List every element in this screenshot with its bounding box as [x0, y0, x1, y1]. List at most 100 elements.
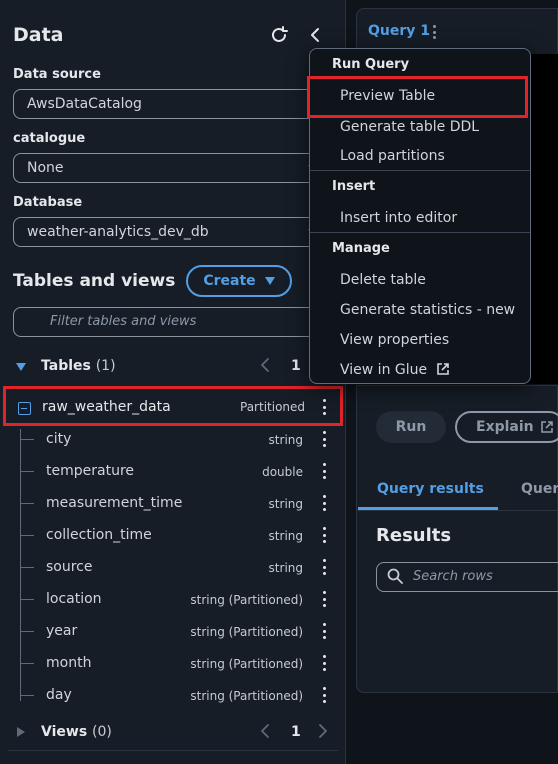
filter-placeholder: Filter tables and views — [50, 314, 197, 329]
explain-button[interactable]: Explain — [455, 411, 558, 443]
preview-table-highlight — [307, 76, 528, 118]
create-button[interactable]: Create — [186, 265, 292, 297]
run-label: Run — [395, 419, 427, 435]
menu-divider — [310, 170, 530, 171]
menu-item-delete-table[interactable]: Delete table — [340, 272, 426, 288]
column-type: string — [268, 561, 303, 575]
external-link-icon — [436, 363, 449, 375]
menu-item-view-properties[interactable]: View properties — [340, 332, 449, 348]
tables-and-views-heading: Tables and views — [13, 271, 176, 291]
column-type: string (Partitioned) — [190, 593, 303, 607]
column-name: year — [46, 623, 78, 639]
caret-down-icon — [264, 277, 275, 285]
tab-query-stats[interactable]: Quer — [521, 481, 558, 497]
menu-item-generate-ddl[interactable]: Generate table DDL — [340, 119, 479, 135]
divider — [8, 750, 338, 751]
database-value: weather-analytics_dev_db — [27, 224, 209, 240]
search-rows-placeholder: Search rows — [413, 569, 493, 584]
kebab-menu-icon[interactable] — [323, 687, 327, 703]
table-item-raw-weather-data[interactable]: raw_weather_data Partitioned — [3, 386, 343, 426]
kebab-menu-icon[interactable] — [323, 463, 327, 479]
database-label: Database — [13, 195, 83, 210]
column-row: measurement_time string — [0, 487, 346, 519]
caret-down-icon[interactable] — [16, 363, 26, 371]
view-in-glue-label: View in Glue — [340, 362, 428, 378]
kebab-menu-icon[interactable] — [433, 25, 437, 39]
panel-title: Data — [13, 24, 64, 46]
filter-tables-input[interactable]: Filter tables and views — [13, 307, 323, 337]
database-select[interactable]: weather-analytics_dev_db — [13, 217, 323, 247]
data-source-value: AwsDataCatalog — [27, 96, 142, 112]
create-label: Create — [203, 273, 256, 289]
views-page-number[interactable]: 1 — [291, 724, 301, 740]
tables-count: (1) — [95, 358, 116, 374]
column-name: location — [46, 591, 102, 607]
tables-page-number[interactable]: 1 — [291, 358, 301, 374]
catalogue-label: catalogue — [13, 131, 86, 146]
views-label: Views — [41, 724, 88, 740]
partitioned-tag: Partitioned — [240, 400, 306, 414]
column-type: string — [268, 433, 303, 447]
menu-group-manage: Manage — [332, 241, 390, 256]
column-name: city — [46, 431, 72, 447]
results-heading: Results — [376, 525, 452, 546]
column-name: month — [46, 655, 92, 671]
tables-section-toggle[interactable]: Tables (1) — [41, 358, 116, 374]
column-name: temperature — [46, 463, 134, 479]
chevron-right-icon[interactable] — [318, 723, 328, 739]
column-type: string — [268, 497, 303, 511]
kebab-menu-icon[interactable] — [323, 399, 327, 415]
kebab-menu-icon[interactable] — [323, 495, 327, 511]
kebab-menu-icon[interactable] — [323, 591, 327, 607]
column-row: day string (Partitioned) — [0, 679, 346, 711]
column-type: string (Partitioned) — [190, 625, 303, 639]
chevron-left-icon[interactable] — [260, 723, 270, 739]
tab-query-1[interactable]: Query 1 — [368, 23, 430, 39]
column-name: measurement_time — [46, 495, 183, 511]
column-row: year string (Partitioned) — [0, 615, 346, 647]
tables-label: Tables — [41, 358, 91, 374]
views-section-toggle[interactable]: Views (0) — [41, 724, 112, 740]
menu-group-run-query: Run Query — [332, 57, 410, 72]
column-type: double — [262, 465, 303, 479]
data-source-label: Data source — [13, 67, 101, 82]
external-link-icon — [540, 421, 553, 433]
refresh-icon[interactable] — [268, 24, 290, 46]
chevron-left-icon[interactable] — [260, 357, 270, 373]
kebab-menu-icon[interactable] — [323, 655, 327, 671]
menu-divider — [310, 232, 530, 233]
column-type: string — [268, 529, 303, 543]
column-row: month string (Partitioned) — [0, 647, 346, 679]
menu-item-generate-statistics[interactable]: Generate statistics - new — [340, 302, 515, 318]
menu-item-insert-into-editor[interactable]: Insert into editor — [340, 210, 457, 226]
column-type: string (Partitioned) — [190, 689, 303, 703]
column-name: collection_time — [46, 527, 152, 543]
column-type: string (Partitioned) — [190, 657, 303, 671]
search-rows-input[interactable]: Search rows — [376, 562, 558, 592]
menu-item-view-in-glue[interactable]: View in Glue — [340, 362, 450, 378]
column-row: temperature double — [0, 455, 346, 487]
collapse-icon[interactable] — [18, 402, 31, 415]
run-button[interactable]: Run — [376, 411, 446, 443]
column-row: city string — [0, 423, 346, 455]
kebab-menu-icon[interactable] — [323, 559, 327, 575]
divider — [356, 510, 558, 511]
kebab-menu-icon[interactable] — [323, 623, 327, 639]
kebab-menu-icon[interactable] — [323, 527, 327, 543]
caret-right-icon[interactable] — [17, 727, 25, 737]
column-row: collection_time string — [0, 519, 346, 551]
views-count: (0) — [92, 724, 112, 740]
data-source-select[interactable]: AwsDataCatalog — [13, 89, 323, 119]
catalogue-value: None — [27, 160, 64, 176]
tab-query-results[interactable]: Query results — [377, 481, 484, 497]
table-name: raw_weather_data — [42, 399, 171, 415]
kebab-menu-icon[interactable] — [323, 431, 327, 447]
column-row: location string (Partitioned) — [0, 583, 346, 615]
column-name: source — [46, 559, 93, 575]
column-name: day — [46, 687, 72, 703]
chevron-left-icon[interactable] — [306, 24, 326, 46]
catalogue-select[interactable]: None — [13, 153, 323, 183]
column-row: source string — [0, 551, 346, 583]
explain-label: Explain — [476, 419, 534, 435]
menu-item-load-partitions[interactable]: Load partitions — [340, 148, 445, 164]
